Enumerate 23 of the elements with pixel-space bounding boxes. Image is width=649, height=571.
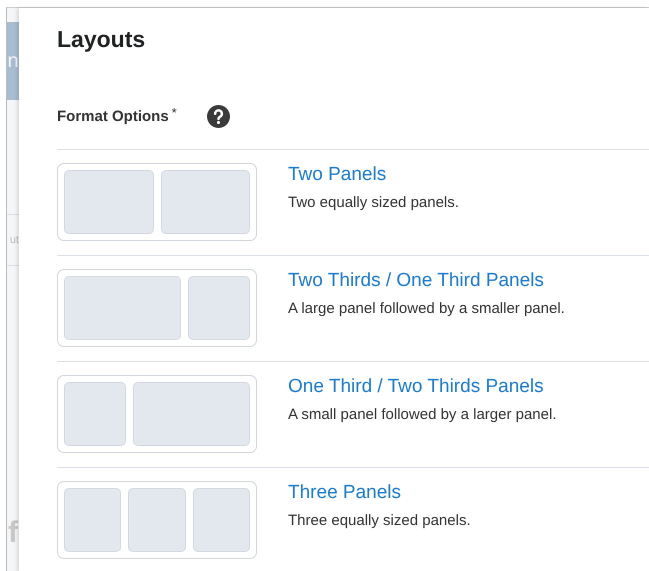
required-mark: * [172, 105, 177, 120]
layout-description: Three equally sized panels. [288, 512, 471, 529]
layout-thumbnail[interactable] [57, 269, 257, 347]
dialog-title: Layouts [57, 26, 146, 53]
layout-description: Two equally sized panels. [288, 194, 459, 211]
background-text: n [7, 50, 19, 72]
panel-preview [188, 276, 250, 340]
layout-description: A large panel followed by a smaller panel. [288, 300, 565, 317]
layout-thumbnail[interactable] [57, 163, 257, 241]
field-label: Format Options [57, 108, 169, 124]
panel-preview [128, 488, 186, 552]
panel-preview [64, 382, 126, 446]
layout-link[interactable]: One Third / Two Thirds Panels [288, 376, 556, 398]
layout-link[interactable]: Two Panels [288, 164, 459, 186]
layout-link[interactable]: Three Panels [288, 482, 471, 504]
help-icon[interactable] [206, 104, 230, 128]
layout-description: A small panel followed by a larger panel. [288, 406, 556, 423]
layout-thumbnail[interactable] [57, 375, 257, 453]
background-text: ut [10, 234, 19, 246]
layout-thumbnail[interactable] [57, 481, 257, 559]
layout-link[interactable]: Two Thirds / One Third Panels [288, 270, 565, 292]
panel-preview [64, 488, 122, 552]
panel-preview [192, 488, 250, 552]
